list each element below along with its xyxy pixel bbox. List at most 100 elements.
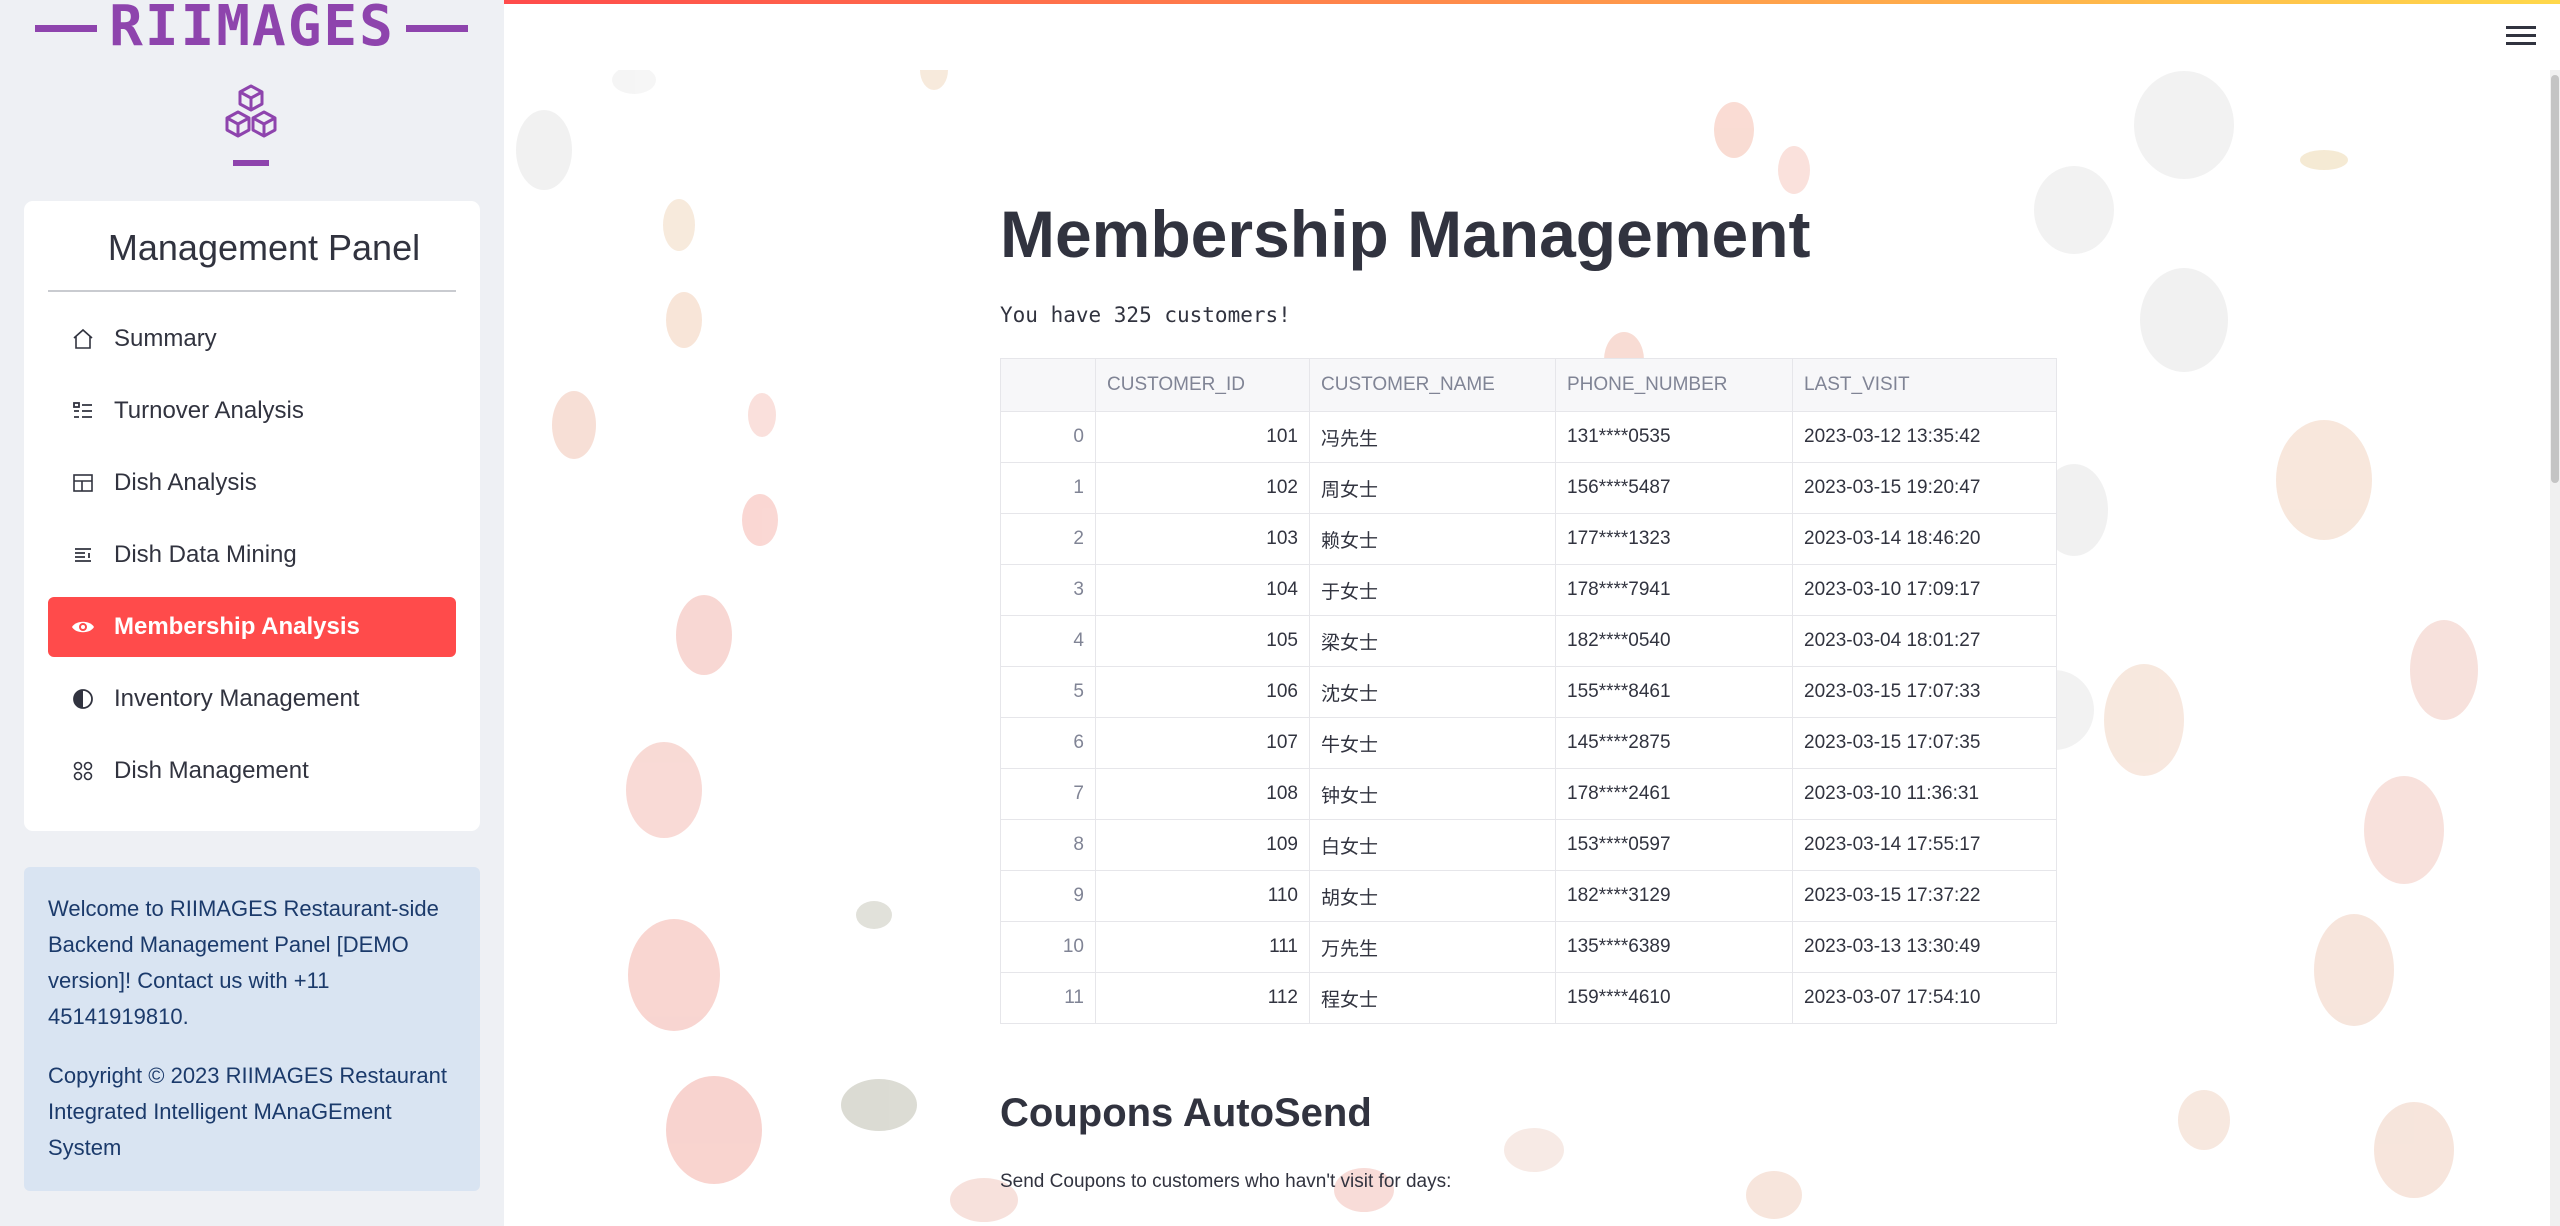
row-index[interactable]: 11 xyxy=(1000,972,1096,1024)
phone-number-cell[interactable]: 159****4610 xyxy=(1555,972,1793,1024)
phone-number-cell[interactable]: 177****1323 xyxy=(1555,513,1793,565)
customer-name-cell[interactable]: 沈女士 xyxy=(1309,666,1556,718)
customer-name-cell[interactable]: 白女士 xyxy=(1309,819,1556,871)
nav-item-label: Dish Analysis xyxy=(114,469,257,496)
page-title: Membership Management xyxy=(1000,197,1811,271)
customer-name-cell[interactable]: 周女士 xyxy=(1309,462,1556,514)
row-index[interactable]: 4 xyxy=(1000,615,1096,667)
phone-number-cell[interactable]: 135****6389 xyxy=(1555,921,1793,973)
row-index[interactable]: 1 xyxy=(1000,462,1096,514)
row-index[interactable]: 10 xyxy=(1000,921,1096,973)
table-row[interactable]: 2 103 赖女士 177****1323 2023-03-14 18:46:20 xyxy=(1000,513,2057,565)
phone-number-cell[interactable]: 182****3129 xyxy=(1555,870,1793,922)
row-index[interactable]: 5 xyxy=(1000,666,1096,718)
last-visit-cell[interactable]: 2023-03-13 13:30:49 xyxy=(1792,921,2057,973)
customer-name-cell[interactable]: 于女士 xyxy=(1309,564,1556,616)
column-header-phone-number[interactable]: PHONE_NUMBER xyxy=(1555,358,1793,412)
last-visit-cell[interactable]: 2023-03-15 17:07:33 xyxy=(1792,666,2057,718)
phone-number-cell[interactable]: 145****2875 xyxy=(1555,717,1793,769)
last-visit-cell[interactable]: 2023-03-14 17:55:17 xyxy=(1792,819,2057,871)
phone-number-cell[interactable]: 153****0597 xyxy=(1555,819,1793,871)
customer-id-cell[interactable]: 103 xyxy=(1095,513,1310,565)
customer-id-cell[interactable]: 108 xyxy=(1095,768,1310,820)
phone-number-cell[interactable]: 131****0535 xyxy=(1555,411,1793,463)
nav-item-label: Dish Data Mining xyxy=(114,541,297,568)
table-row[interactable]: 9 110 胡女士 182****3129 2023-03-15 17:37:22 xyxy=(1000,870,2057,922)
last-visit-cell[interactable]: 2023-03-04 18:01:27 xyxy=(1792,615,2057,667)
table-row[interactable]: 8 109 白女士 153****0597 2023-03-14 17:55:17 xyxy=(1000,819,2057,871)
customer-name-cell[interactable]: 胡女士 xyxy=(1309,870,1556,922)
welcome-text: Welcome to RIIMAGES Restaurant-side Back… xyxy=(48,896,439,1029)
nav-item-dish-analysis[interactable]: Dish Analysis xyxy=(48,453,456,513)
last-visit-cell[interactable]: 2023-03-15 17:37:22 xyxy=(1792,870,2057,922)
table-row[interactable]: 4 105 梁女士 182****0540 2023-03-04 18:01:27 xyxy=(1000,615,2057,667)
customer-name-cell[interactable]: 钟女士 xyxy=(1309,768,1556,820)
last-visit-cell[interactable]: 2023-03-15 19:20:47 xyxy=(1792,462,2057,514)
row-index[interactable]: 2 xyxy=(1000,513,1096,565)
row-index[interactable]: 0 xyxy=(1000,411,1096,463)
nav-item-turnover-analysis[interactable]: Turnover Analysis xyxy=(48,381,456,441)
last-visit-cell[interactable]: 2023-03-07 17:54:10 xyxy=(1792,972,2057,1024)
last-visit-cell[interactable]: 2023-03-10 11:36:31 xyxy=(1792,768,2057,820)
coupons-description: Send Coupons to customers who havn't vis… xyxy=(1000,1171,1452,1192)
customer-id-cell[interactable]: 109 xyxy=(1095,819,1310,871)
customer-name-cell[interactable]: 牛女士 xyxy=(1309,717,1556,769)
table-row[interactable]: 5 106 沈女士 155****8461 2023-03-15 17:07:33 xyxy=(1000,666,2057,718)
customer-id-cell[interactable]: 112 xyxy=(1095,972,1310,1024)
hamburger-icon[interactable] xyxy=(2506,26,2536,50)
customer-id-cell[interactable]: 101 xyxy=(1095,411,1310,463)
last-visit-cell[interactable]: 2023-03-15 17:07:35 xyxy=(1792,717,2057,769)
main-area: Membership Management You have 325 custo… xyxy=(504,0,2560,1226)
customers-table[interactable]: CUSTOMER_ID CUSTOMER_NAME PHONE_NUMBER L… xyxy=(1000,358,2057,1024)
customer-name-cell[interactable]: 程女士 xyxy=(1309,972,1556,1024)
last-visit-cell[interactable]: 2023-03-10 17:09:17 xyxy=(1792,564,2057,616)
customer-id-cell[interactable]: 110 xyxy=(1095,870,1310,922)
panel-title: Management Panel xyxy=(107,227,421,268)
column-header-customer-name[interactable]: CUSTOMER_NAME xyxy=(1309,358,1556,412)
row-index[interactable]: 3 xyxy=(1000,564,1096,616)
table-row[interactable]: 7 108 钟女士 178****2461 2023-03-10 11:36:31 xyxy=(1000,768,2057,820)
customer-id-cell[interactable]: 111 xyxy=(1095,921,1310,973)
nav-item-dish-management[interactable]: Dish Management xyxy=(48,741,456,801)
customer-id-cell[interactable]: 106 xyxy=(1095,666,1310,718)
text-icon xyxy=(68,540,98,570)
phone-number-cell[interactable]: 182****0540 xyxy=(1555,615,1793,667)
customer-name-cell[interactable]: 冯先生 xyxy=(1309,411,1556,463)
table-row[interactable]: 6 107 牛女士 145****2875 2023-03-15 17:07:35 xyxy=(1000,717,2057,769)
row-index[interactable]: 7 xyxy=(1000,768,1096,820)
phone-number-cell[interactable]: 156****5487 xyxy=(1555,462,1793,514)
eye-icon xyxy=(68,612,98,642)
customer-name-cell[interactable]: 赖女士 xyxy=(1309,513,1556,565)
customer-id-cell[interactable]: 104 xyxy=(1095,564,1310,616)
last-visit-cell[interactable]: 2023-03-14 18:46:20 xyxy=(1792,513,2057,565)
last-visit-cell[interactable]: 2023-03-12 13:35:42 xyxy=(1792,411,2057,463)
row-index[interactable]: 8 xyxy=(1000,819,1096,871)
nav-item-summary[interactable]: Summary xyxy=(48,309,456,369)
column-header-last-visit[interactable]: LAST_VISIT xyxy=(1792,358,2057,412)
row-index[interactable]: 9 xyxy=(1000,870,1096,922)
column-header-index[interactable] xyxy=(1000,358,1096,412)
phone-number-cell[interactable]: 155****8461 xyxy=(1555,666,1793,718)
table-row[interactable]: 11 112 程女士 159****4610 2023-03-07 17:54:10 xyxy=(1000,972,2057,1024)
phone-number-cell[interactable]: 178****2461 xyxy=(1555,768,1793,820)
logo-underline xyxy=(233,160,269,166)
nav-item-membership-analysis[interactable]: Membership Analysis xyxy=(48,597,456,657)
table-row[interactable]: 0 101 冯先生 131****0535 2023-03-12 13:35:42 xyxy=(1000,411,2057,463)
phone-number-cell[interactable]: 178****7941 xyxy=(1555,564,1793,616)
column-header-customer-id[interactable]: CUSTOMER_ID xyxy=(1095,358,1310,412)
table-row[interactable]: 3 104 于女士 178****7941 2023-03-10 17:09:17 xyxy=(1000,564,2057,616)
copyright-text: Copyright © 2023 RIIMAGES Restaurant Int… xyxy=(48,1063,447,1160)
row-index[interactable]: 6 xyxy=(1000,717,1096,769)
half-circle-icon xyxy=(68,684,98,714)
customer-id-cell[interactable]: 107 xyxy=(1095,717,1310,769)
scrollbar-thumb[interactable] xyxy=(2551,75,2559,483)
table-row[interactable]: 1 102 周女士 156****5487 2023-03-15 19:20:47 xyxy=(1000,462,2057,514)
nav-item-inventory-management[interactable]: Inventory Management xyxy=(48,669,456,729)
nav-item-dish-data-mining[interactable]: Dish Data Mining xyxy=(48,525,456,585)
customer-id-cell[interactable]: 102 xyxy=(1095,462,1310,514)
customer-name-cell[interactable]: 万先生 xyxy=(1309,921,1556,973)
table-header-row: CUSTOMER_ID CUSTOMER_NAME PHONE_NUMBER L… xyxy=(1000,358,2057,412)
customer-name-cell[interactable]: 梁女士 xyxy=(1309,615,1556,667)
table-row[interactable]: 10 111 万先生 135****6389 2023-03-13 13:30:49 xyxy=(1000,921,2057,973)
customer-id-cell[interactable]: 105 xyxy=(1095,615,1310,667)
